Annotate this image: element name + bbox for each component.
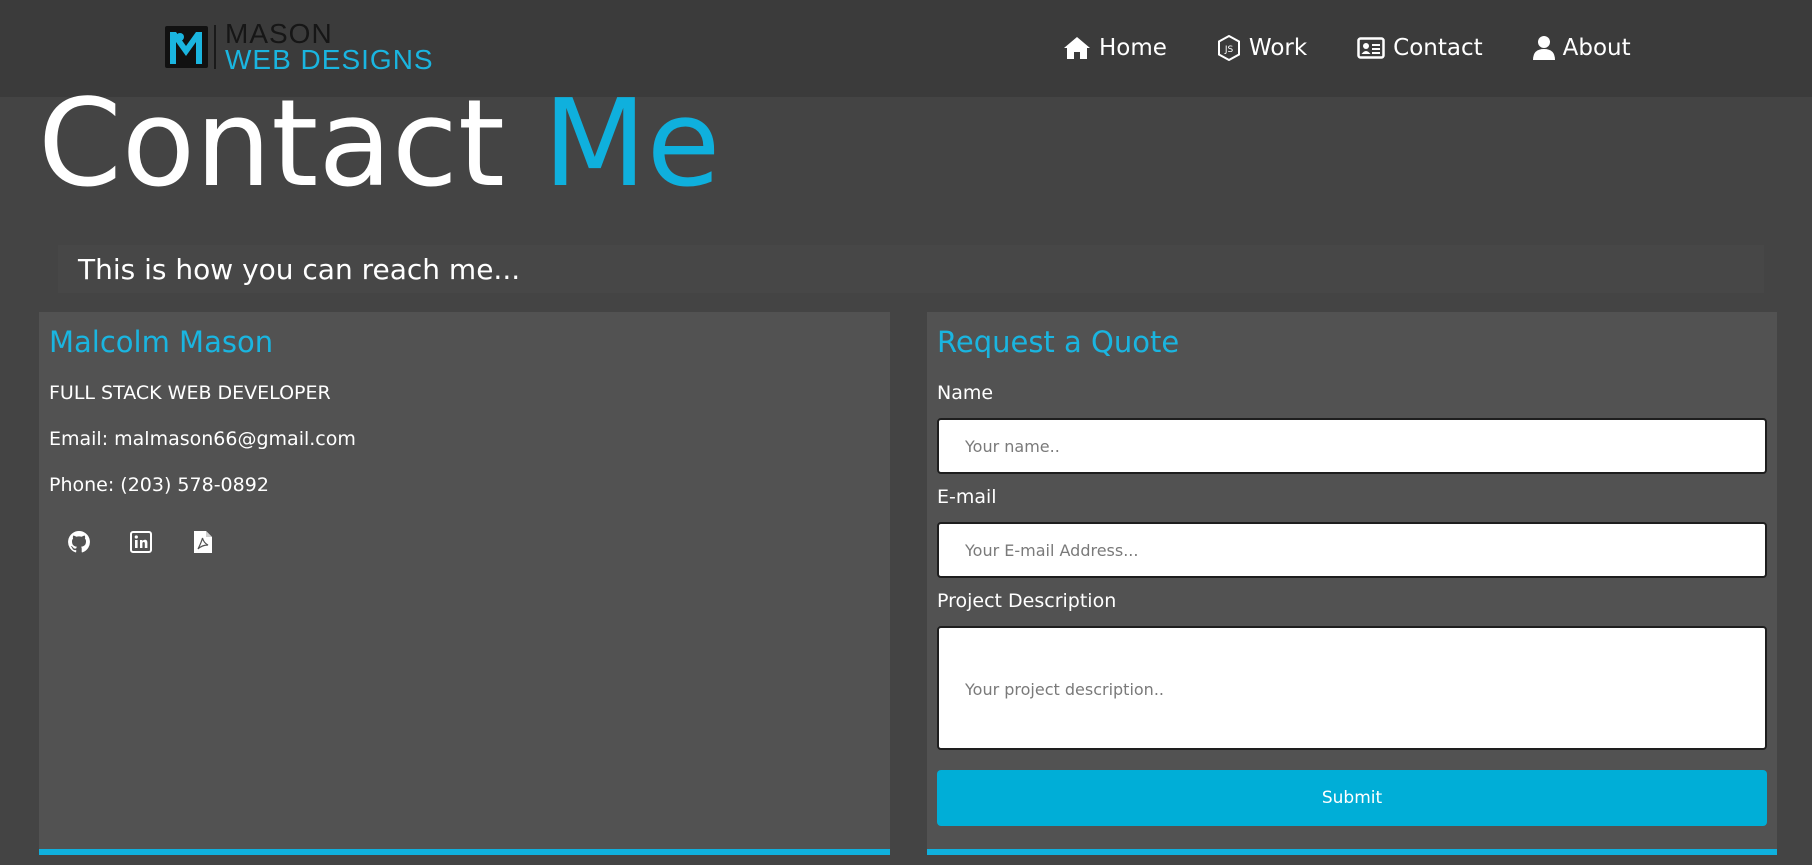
page-title-main: Contact — [38, 75, 544, 214]
profile-phone: Phone: (203) 578-0892 — [49, 474, 269, 496]
submit-button[interactable]: Submit — [937, 770, 1767, 826]
github-icon[interactable] — [67, 530, 91, 554]
home-icon — [1064, 37, 1090, 59]
page-title-accent: Me — [543, 75, 721, 214]
nav-about[interactable]: About — [1532, 30, 1631, 66]
logo-line-2: WEB DESIGNS — [225, 44, 434, 75]
name-label: Name — [937, 382, 994, 404]
page-subtitle: This is how you can reach me... — [58, 245, 1764, 293]
logo-separator — [214, 25, 216, 69]
site-logo[interactable]: MASON WEB DESIGNS — [163, 20, 434, 74]
quote-form-title: Request a Quote — [937, 325, 1180, 359]
nav-about-label: About — [1562, 35, 1631, 61]
subtitle-text: This is how you can reach me... — [78, 252, 521, 286]
nav-contact[interactable]: Contact — [1357, 30, 1483, 66]
quote-form-panel: Request a Quote Name E-mail Project Desc… — [927, 312, 1777, 855]
nav-home-label: Home — [1099, 35, 1167, 61]
social-links — [67, 530, 253, 554]
svg-text:JS: JS — [1224, 45, 1234, 55]
profile-role: FULL STACK WEB DEVELOPER — [49, 382, 331, 404]
nodejs-icon: JS — [1217, 35, 1240, 61]
nav-work-label: Work — [1248, 35, 1308, 61]
linkedin-icon[interactable] — [129, 530, 153, 554]
description-label: Project Description — [937, 590, 1117, 612]
user-icon — [1532, 36, 1555, 60]
name-input[interactable] — [937, 418, 1767, 474]
pdf-resume-icon[interactable] — [191, 530, 215, 554]
email-label: E-mail — [937, 486, 997, 508]
id-card-icon — [1357, 37, 1385, 59]
page-title: Contact Me — [38, 76, 720, 214]
email-input[interactable] — [937, 522, 1767, 578]
main-nav: Home JS Work Contact About — [1063, 30, 1681, 66]
contact-info-panel: Malcolm Mason FULL STACK WEB DEVELOPER E… — [39, 312, 890, 855]
logo-mark-icon — [163, 24, 210, 70]
nav-home[interactable]: Home — [1063, 30, 1167, 66]
nav-work[interactable]: JS Work — [1217, 30, 1307, 66]
profile-email: Email: malmason66@gmail.com — [49, 428, 356, 450]
nav-contact-label: Contact — [1393, 35, 1483, 61]
logo-text: MASON WEB DESIGNS — [225, 20, 434, 74]
profile-name: Malcolm Mason — [49, 325, 274, 359]
description-textarea[interactable] — [937, 626, 1767, 750]
